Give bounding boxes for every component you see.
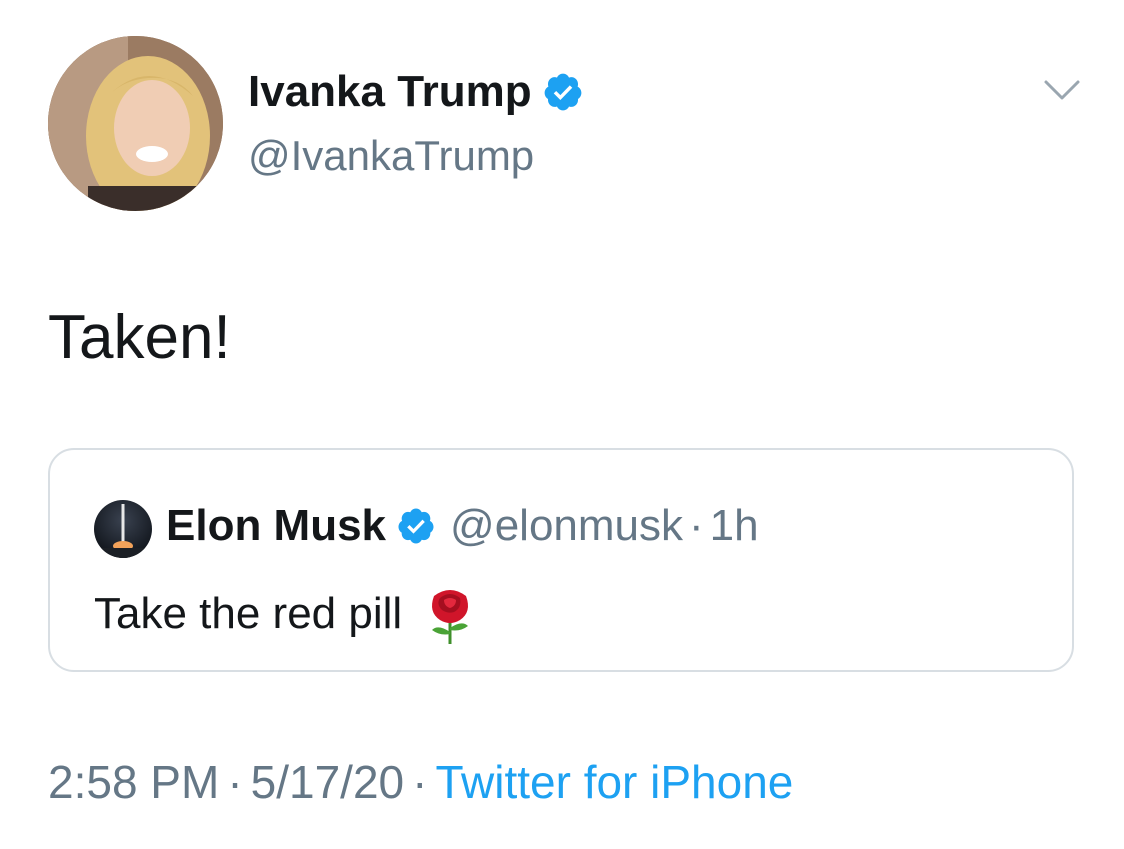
tweet-meta: 2:58 PM · 5/17/20 · Twitter for iPhone: [48, 752, 793, 812]
author-name[interactable]: Ivanka Trump: [248, 62, 532, 122]
author-handle[interactable]: @IvankaTrump: [248, 128, 534, 184]
quoted-time[interactable]: 1h: [710, 496, 759, 556]
quoted-tweet-text-row: Take the red pill: [94, 582, 480, 646]
chevron-down-icon[interactable]: [1042, 78, 1082, 104]
quoted-avatar-image: [94, 500, 152, 558]
meta-separator: ·: [227, 756, 243, 808]
verified-badge-icon: [398, 508, 434, 544]
quoted-author-name[interactable]: Elon Musk: [166, 496, 386, 556]
quoted-tweet-text: Take the red pill: [94, 589, 403, 638]
tweet-date[interactable]: 5/17/20: [251, 756, 404, 808]
quoted-header: Elon Musk @elonmusk · 1h: [166, 496, 759, 556]
meta-separator: ·: [412, 756, 428, 808]
tweet-source-link[interactable]: Twitter for iPhone: [435, 756, 793, 808]
verified-badge-icon: [544, 73, 582, 111]
author-name-row[interactable]: Ivanka Trump: [248, 62, 584, 122]
quoted-author-handle[interactable]: @elonmusk: [450, 496, 683, 556]
author-avatar[interactable]: [48, 36, 223, 211]
tweet-time[interactable]: 2:58 PM: [48, 756, 219, 808]
tweet-text: Taken!: [48, 303, 231, 372]
quoted-author-avatar: [94, 500, 152, 558]
quoted-separator: ·: [689, 501, 704, 550]
quoted-tweet-card[interactable]: Elon Musk @elonmusk · 1h Take the red pi…: [48, 448, 1074, 672]
rose-icon: [432, 590, 469, 644]
avatar-image: [48, 36, 223, 211]
